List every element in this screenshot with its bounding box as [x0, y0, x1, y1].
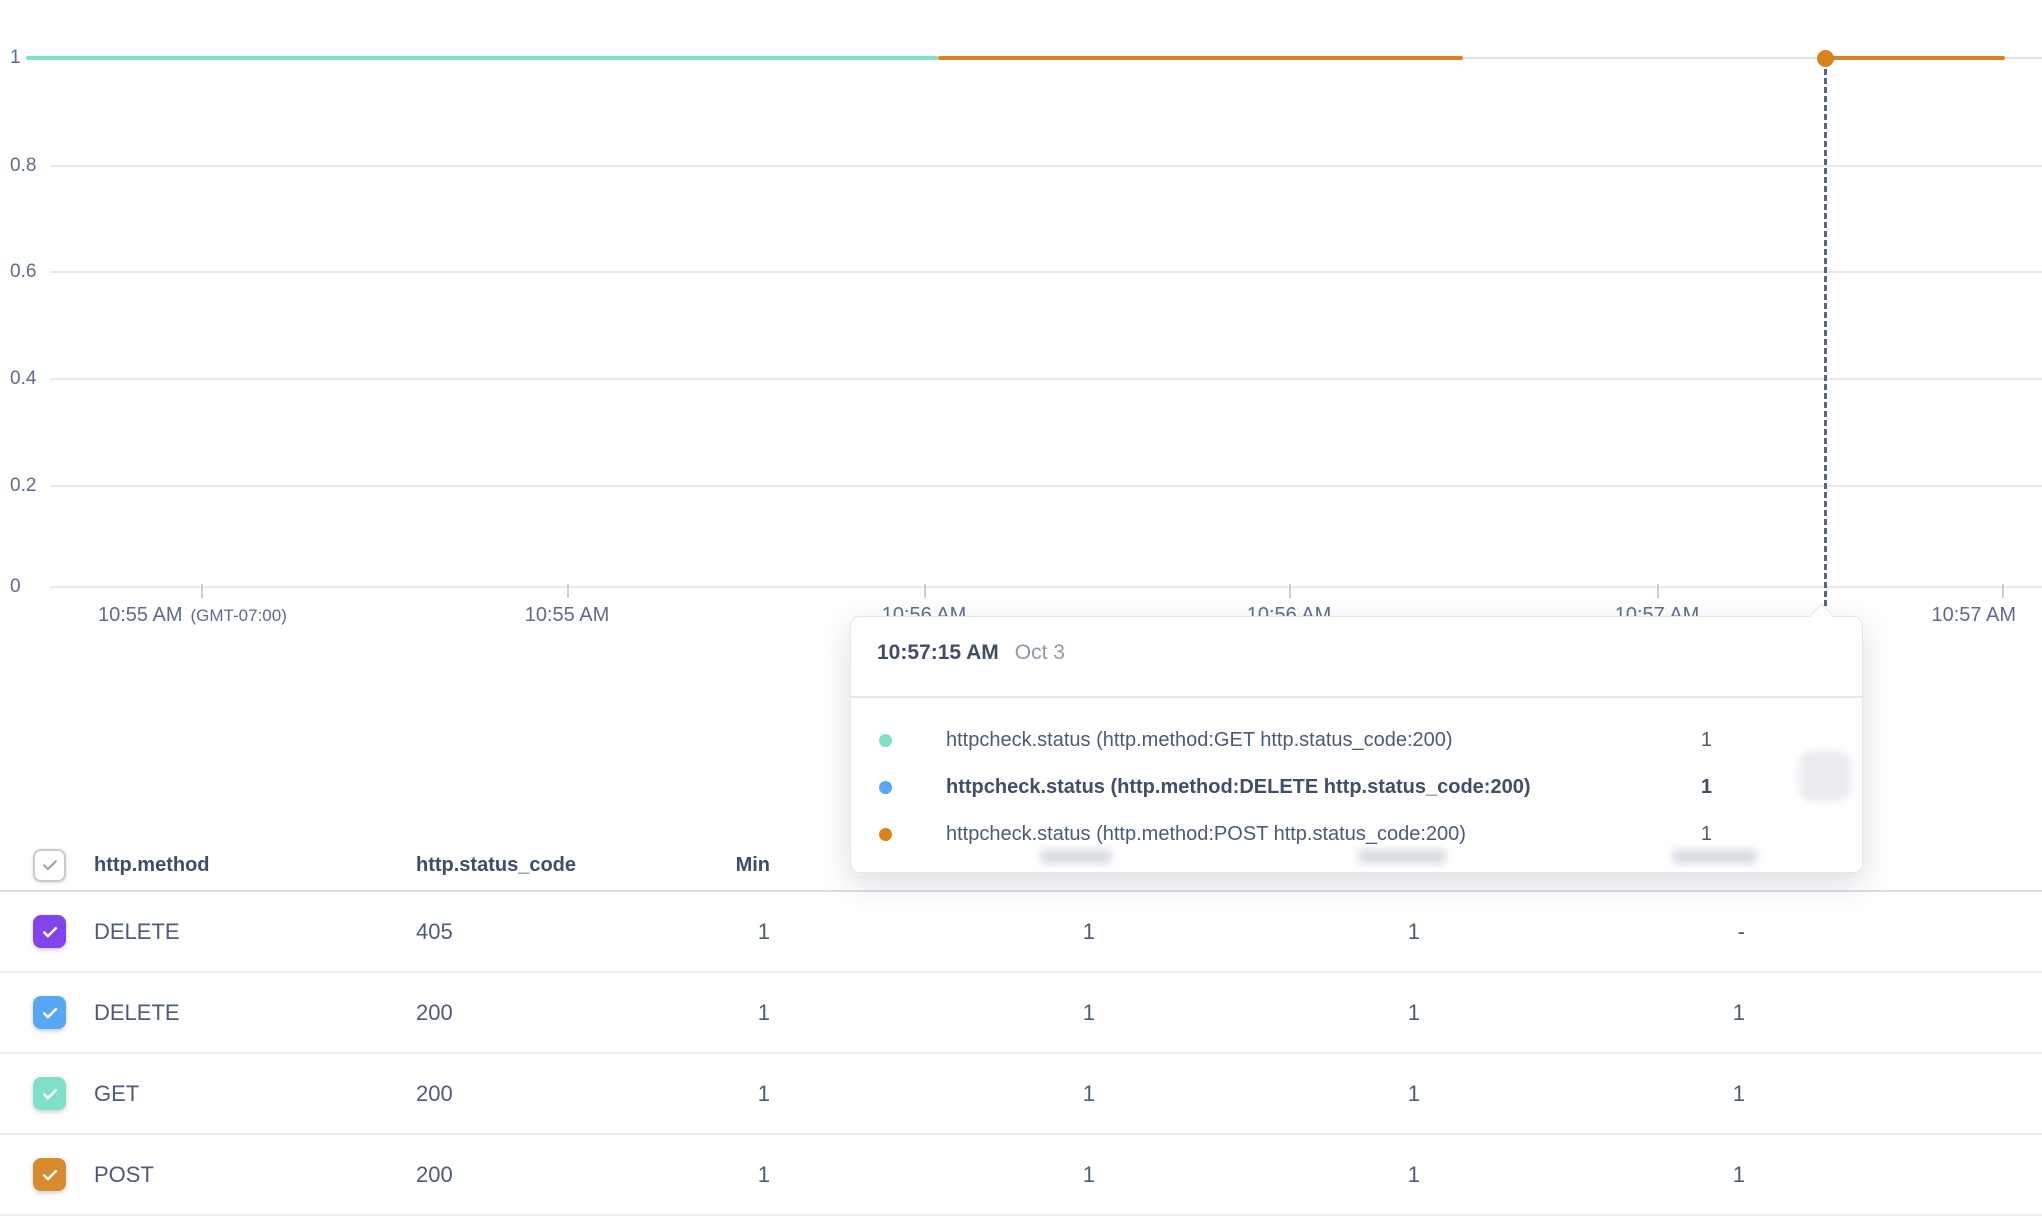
row-checkbox[interactable]: [33, 1158, 66, 1191]
gridline-0-6: [50, 271, 2042, 273]
gridline-0-2: [50, 485, 2042, 487]
table-row[interactable]: DELETE 200 1 1 1 1: [0, 973, 2042, 1054]
check-icon: [40, 1084, 60, 1104]
cell-status-code: 200: [416, 1162, 616, 1188]
row-checkbox[interactable]: [33, 1077, 66, 1110]
y-axis-tick: 0: [10, 576, 21, 598]
crosshair-line: [1824, 60, 1827, 606]
cell-min: 1: [616, 919, 770, 945]
cell-status-code: 405: [416, 919, 616, 945]
cell-value: 1: [1420, 1162, 1745, 1188]
x-axis-label: 10:57 AM: [1931, 604, 2016, 627]
cell-status-code: 200: [416, 1000, 616, 1026]
series-label: httpcheck.status (http.method:DELETE htt…: [946, 776, 1531, 799]
cell-method: GET: [94, 1081, 416, 1107]
tooltip-time: 10:57:15 AM: [877, 641, 999, 664]
series-color-dot: [879, 734, 892, 747]
table-header-checkbox-cell: [0, 849, 94, 882]
x-axis-tick: [567, 584, 569, 598]
table-row[interactable]: DELETE 405 1 1 1 -: [0, 892, 2042, 973]
series-color-dot: [879, 781, 892, 794]
row-checkbox[interactable]: [33, 915, 66, 948]
cell-value: 1: [1095, 1162, 1420, 1188]
y-axis-tick: 0.8: [10, 155, 36, 177]
table-row[interactable]: POST 200 1 1 1 1: [0, 1135, 2042, 1216]
timezone-suffix: (GMT-07:00): [191, 606, 287, 625]
cell-value: 1: [770, 919, 1095, 945]
tooltip-series-row: httpcheck.status (http.method:POST http.…: [851, 811, 1862, 858]
x-axis-tick: [924, 584, 926, 598]
gridline-0-4: [50, 378, 2042, 380]
cell-value: 1: [1095, 1000, 1420, 1026]
cell-method: DELETE: [94, 919, 416, 945]
tooltip-timestamp: 10:57:15 AM Oct 3: [877, 641, 1065, 665]
line-series-get: [26, 56, 938, 60]
gridline-0: [50, 586, 2042, 588]
cell-value: 1: [770, 1000, 1095, 1026]
check-icon: [40, 855, 60, 875]
cell-value: -: [1420, 919, 1745, 945]
x-axis-tick: [1289, 584, 1291, 598]
hover-point-marker: [1817, 50, 1834, 67]
cell-value: 1: [1420, 1081, 1745, 1107]
line-series-post-b: [1826, 56, 2005, 60]
series-label: httpcheck.status (http.method:GET http.s…: [946, 729, 1453, 752]
cell-value: 1: [1095, 919, 1420, 945]
timeseries-chart[interactable]: 1 0.8 0.6 0.4 0.2 0 10:55 AM(GMT-07:00) …: [0, 0, 2042, 640]
x-axis-label: 10:55 AM(GMT-07:00): [98, 604, 287, 627]
column-header-status-code[interactable]: http.status_code: [416, 854, 616, 877]
cell-status-code: 200: [416, 1081, 616, 1107]
chart-tooltip: 10:57:15 AM Oct 3 httpcheck.status (http.…: [850, 616, 1863, 873]
line-series-post-a: [938, 56, 1463, 60]
cell-min: 1: [616, 1000, 770, 1026]
x-axis-tick: [201, 584, 203, 598]
cell-value: 1: [1420, 1000, 1745, 1026]
select-all-checkbox[interactable]: [33, 849, 66, 882]
x-axis-label: 10:55 AM: [525, 604, 610, 627]
series-value: 1: [1701, 729, 1712, 752]
x-axis-tick: [1657, 584, 1659, 598]
series-value: 1: [1701, 776, 1712, 799]
metrics-summary-table: http.method http.status_code Min DELETE …: [0, 840, 2042, 1216]
cell-min: 1: [616, 1162, 770, 1188]
check-icon: [40, 1165, 60, 1185]
check-icon: [40, 1003, 60, 1023]
row-checkbox[interactable]: [33, 996, 66, 1029]
tooltip-series-list: httpcheck.status (http.method:GET http.s…: [851, 717, 1862, 858]
cell-method: POST: [94, 1162, 416, 1188]
gridline-0-8: [50, 165, 2042, 167]
y-axis-tick: 0.6: [10, 261, 36, 283]
metrics-page: 1 0.8 0.6 0.4 0.2 0 10:55 AM(GMT-07:00) …: [0, 0, 2042, 1226]
series-label: httpcheck.status (http.method:POST http.…: [946, 823, 1466, 846]
y-axis-tick: 0.4: [10, 368, 36, 390]
tooltip-date: Oct 3: [1015, 641, 1065, 664]
check-icon: [40, 922, 60, 942]
cell-value: 1: [770, 1162, 1095, 1188]
series-value: 1: [1701, 823, 1712, 846]
y-axis-tick: 1: [10, 47, 21, 69]
cell-min: 1: [616, 1081, 770, 1107]
column-header-min[interactable]: Min: [616, 854, 770, 877]
series-color-dot: [879, 828, 892, 841]
tooltip-series-row-highlighted: httpcheck.status (http.method:DELETE htt…: [851, 764, 1862, 811]
tooltip-series-row: httpcheck.status (http.method:GET http.s…: [851, 717, 1862, 764]
table-row[interactable]: GET 200 1 1 1 1: [0, 1054, 2042, 1135]
cell-value: 1: [770, 1081, 1095, 1107]
x-axis-tick: [2002, 584, 2004, 598]
tooltip-divider: [851, 696, 1862, 698]
column-header-method[interactable]: http.method: [94, 854, 416, 877]
y-axis-tick: 0.2: [10, 475, 36, 497]
cell-value: 1: [1095, 1081, 1420, 1107]
cell-method: DELETE: [94, 1000, 416, 1026]
